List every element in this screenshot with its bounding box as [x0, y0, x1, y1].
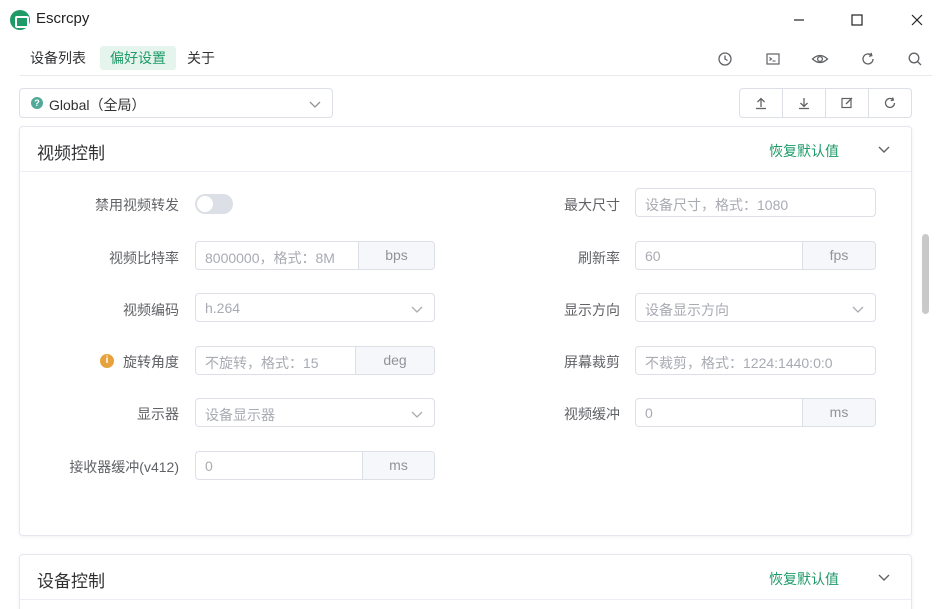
disable-video-forward-toggle[interactable]: [195, 194, 233, 214]
search-icon[interactable]: [904, 48, 926, 70]
video-buffer-label: 视频缓冲: [564, 406, 620, 422]
close-button[interactable]: [894, 4, 940, 36]
upload-icon: [756, 97, 766, 110]
chevron-down-icon[interactable]: [876, 569, 892, 585]
receiver-buffer-unit: ms: [362, 452, 434, 479]
crop-placeholder: 不裁剪，格式：1224:1440:0:0: [645, 355, 833, 371]
tab-device-list[interactable]: 设备列表: [20, 46, 96, 70]
nav-bar: 设备列表 偏好设置 关于: [20, 44, 932, 76]
device-control-panel: 设备控制 恢复默认值: [19, 554, 912, 609]
video-encoder-select[interactable]: h.264: [195, 293, 435, 322]
close-icon: [911, 14, 923, 26]
bitrate-label: 视频比特率: [109, 250, 179, 266]
panel-title: 视频控制: [37, 144, 105, 163]
max-size-placeholder: 设备尺寸，格式：1080: [645, 197, 789, 213]
receiver-buffer-input[interactable]: 0 ms: [195, 451, 435, 480]
restore-defaults-button[interactable]: 恢复默认值: [769, 141, 839, 161]
bitrate-placeholder: 8000000，格式：8M: [205, 250, 335, 266]
video-buffer-value: 0: [645, 405, 653, 421]
rotation-label: 旋转角度: [123, 354, 179, 370]
download-button[interactable]: [783, 89, 826, 117]
download-icon: [799, 98, 809, 110]
video-buffer-input[interactable]: 0 ms: [635, 398, 876, 427]
restore-defaults-button[interactable]: 恢复默认值: [769, 569, 839, 589]
history-icon[interactable]: [714, 48, 736, 70]
video-encoder-value: h.264: [205, 300, 241, 316]
chevron-down-icon[interactable]: [876, 141, 892, 157]
reset-button[interactable]: [869, 89, 911, 117]
upload-button[interactable]: [740, 89, 783, 117]
reset-icon: [884, 97, 896, 109]
vertical-scrollbar[interactable]: [919, 126, 931, 609]
title-bar: Escrcpy: [0, 0, 948, 40]
tab-preferences[interactable]: 偏好设置: [100, 46, 176, 70]
eye-icon[interactable]: [809, 48, 831, 70]
chevron-down-icon: [852, 306, 864, 313]
help-status-icon: ?: [31, 97, 43, 109]
max-size-input[interactable]: 设备尺寸，格式：1080: [635, 188, 876, 217]
maximize-button[interactable]: [834, 4, 880, 36]
rotation-unit: deg: [355, 347, 434, 374]
video-control-panel: 视频控制 恢复默认值 禁用视频转发 视频比特率 8000000，格式：8M bp…: [19, 126, 912, 536]
refresh-rate-value: 60: [645, 248, 661, 264]
edit-icon: [841, 97, 853, 109]
scope-select[interactable]: ? Global（全局）: [19, 88, 333, 118]
rotation-placeholder: 不旋转，格式：15: [205, 355, 319, 371]
refresh-icon[interactable]: [857, 48, 879, 70]
maximize-icon: [851, 14, 863, 26]
panel-title: 设备控制: [37, 572, 105, 591]
display-placeholder: 设备显示器: [205, 407, 275, 423]
config-action-group: [739, 88, 912, 118]
app-logo-icon: [10, 10, 30, 30]
tab-about[interactable]: 关于: [177, 46, 225, 70]
bitrate-input[interactable]: 8000000，格式：8M bps: [195, 241, 435, 270]
crop-label: 屏幕裁剪: [564, 354, 620, 370]
disable-video-forward-label: 禁用视频转发: [95, 197, 179, 213]
receiver-buffer-value: 0: [205, 458, 213, 474]
app-title: Escrcpy: [36, 10, 90, 27]
edit-button[interactable]: [826, 89, 869, 117]
receiver-buffer-label: 接收器缓冲(v412): [69, 459, 179, 475]
display-select[interactable]: 设备显示器: [195, 398, 435, 427]
chevron-down-icon: [411, 411, 423, 418]
minimize-button[interactable]: [776, 4, 822, 36]
chevron-down-icon: [309, 101, 321, 108]
scrollbar-thumb[interactable]: [922, 234, 929, 314]
minimize-icon: [794, 19, 804, 21]
orientation-placeholder: 设备显示方向: [645, 302, 729, 318]
max-size-label: 最大尺寸: [564, 197, 620, 213]
crop-input[interactable]: 不裁剪，格式：1224:1440:0:0: [635, 346, 876, 375]
refresh-rate-label: 刷新率: [578, 250, 620, 266]
rotation-input[interactable]: 不旋转，格式：15 deg: [195, 346, 435, 375]
orientation-select[interactable]: 设备显示方向: [635, 293, 876, 322]
orientation-label: 显示方向: [564, 302, 620, 318]
display-label: 显示器: [137, 406, 179, 422]
bitrate-unit: bps: [358, 242, 434, 269]
video-buffer-unit: ms: [802, 399, 875, 426]
refresh-rate-input[interactable]: 60 fps: [635, 241, 876, 270]
terminal-icon[interactable]: [762, 48, 784, 70]
panel-header: 设备控制 恢复默认值: [20, 555, 911, 600]
info-icon[interactable]: i: [100, 354, 114, 368]
scope-selected-value: Global（全局）: [49, 97, 146, 113]
panel-header: 视频控制 恢复默认值: [20, 127, 911, 172]
video-encoder-label: 视频编码: [123, 302, 179, 318]
refresh-rate-unit: fps: [802, 242, 875, 269]
chevron-down-icon: [411, 306, 423, 313]
